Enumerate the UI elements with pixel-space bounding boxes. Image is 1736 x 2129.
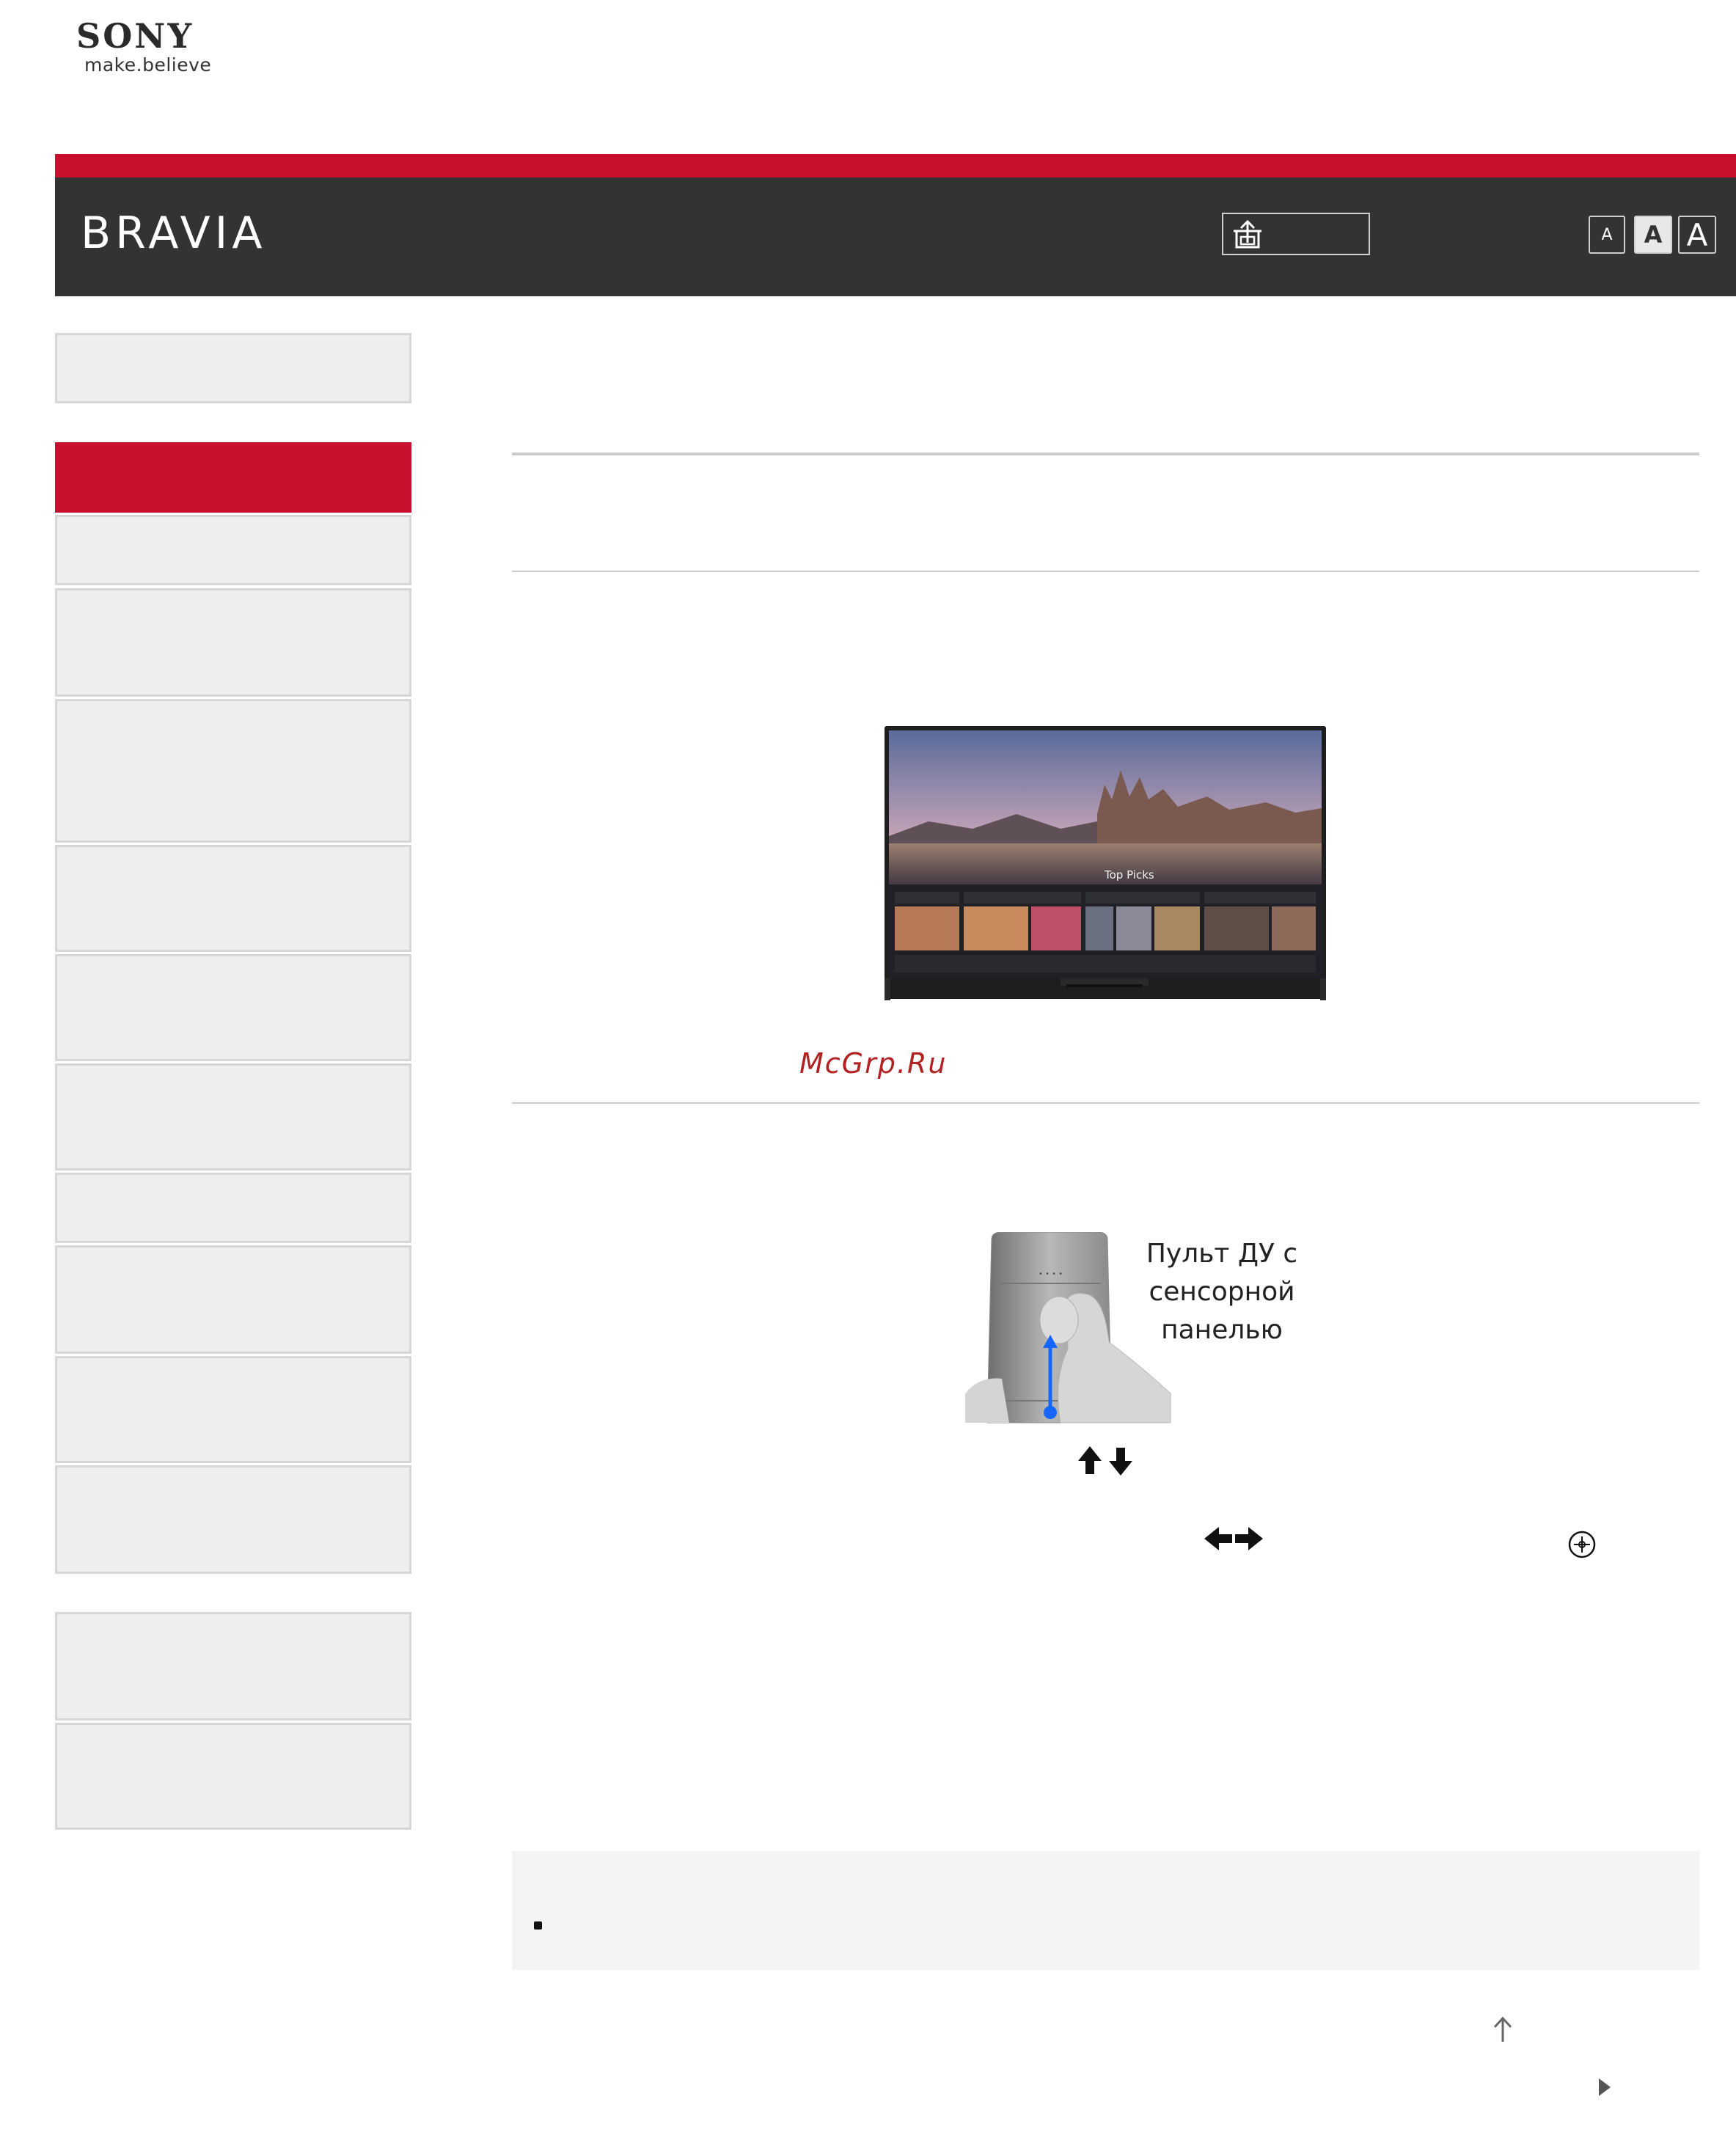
section-divider-1 [512, 571, 1699, 572]
triangle-right-icon[interactable] [1596, 2075, 1614, 2099]
tv-screen-label: Top Picks [1104, 868, 1154, 882]
sony-tagline: make.believe [84, 54, 212, 76]
font-size-medium-button[interactable]: A [1634, 216, 1672, 254]
sidebar-item-4[interactable] [55, 699, 411, 843]
sidebar-item-7[interactable] [55, 1063, 411, 1170]
sidebar-item-9[interactable] [55, 1245, 411, 1354]
note-bullet [534, 1921, 542, 1930]
arrow-up-down-icon [1078, 1446, 1132, 1476]
section-divider-2 [512, 1102, 1699, 1104]
sidebar-item-5[interactable] [55, 845, 411, 952]
note-box [512, 1851, 1699, 1970]
sidebar-item-11[interactable] [55, 1465, 411, 1574]
sidebar-item-6[interactable] [55, 954, 411, 1061]
sidebar-item-2[interactable] [55, 515, 411, 585]
sidebar-item-3[interactable] [55, 588, 411, 697]
sidebar-item-10[interactable] [55, 1356, 411, 1463]
sidebar-item-13[interactable] [55, 1723, 411, 1830]
sony-logo: SONY [76, 16, 194, 56]
print-button[interactable] [1222, 213, 1370, 255]
sidebar-top-button[interactable] [55, 333, 411, 403]
font-size-small-button[interactable]: A [1589, 216, 1625, 254]
sidebar-item-8[interactable] [55, 1173, 411, 1243]
arrow-left-right-icon [1204, 1527, 1263, 1550]
watermark-text: McGrp.Ru [799, 1047, 948, 1080]
print-icon [1234, 219, 1261, 249]
sidebar-item-12[interactable] [55, 1612, 411, 1721]
header-bar [55, 177, 1736, 296]
arrow-up-icon[interactable] [1492, 2015, 1514, 2045]
title-divider [512, 452, 1699, 455]
font-size-large-button[interactable]: A [1678, 216, 1716, 254]
enter-circle-icon [1568, 1531, 1596, 1558]
sidebar-item-active[interactable] [55, 442, 411, 513]
product-title: BRAVIA [81, 208, 267, 259]
svg-text:• • • •: • • • • [1039, 1270, 1063, 1278]
tv-home-screen-figure: Top Picks [885, 726, 1326, 1005]
header-red-stripe [55, 154, 1736, 177]
remote-caption: Пульт ДУ с сенсорной панелью [1146, 1239, 1298, 1345]
